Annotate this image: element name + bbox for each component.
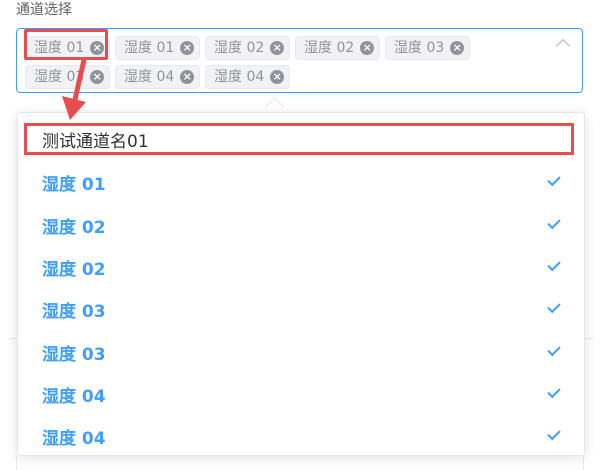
chevron-up-icon[interactable] [555,38,571,54]
tag-label: 湿度 02 [304,40,355,56]
check-icon [547,257,561,272]
field-label: 通道选择 [16,2,72,18]
dropdown-option[interactable]: 湿度 04 [18,373,584,415]
dropdown-option[interactable]: 湿度 04 [18,415,584,457]
tag-close-icon[interactable]: × [180,70,195,84]
dropdown-option[interactable]: 湿度 03 [18,331,584,373]
tag-label: 湿度 04 [124,69,175,85]
dropdown-option[interactable]: 湿度 02 [18,246,584,288]
check-icon [547,384,561,399]
check-icon [547,299,561,314]
selected-tag: 湿度 01 × [115,36,201,60]
dropdown-option[interactable]: 湿度 03 [18,288,584,330]
selected-tag: 湿度 04 × [205,65,291,89]
tag-label: 湿度 03 [394,40,445,56]
tag-close-icon[interactable]: × [270,41,285,55]
tag-close-icon[interactable]: × [360,41,375,55]
dropdown-option[interactable]: 湿度 01 [18,161,584,203]
callout-arrow-icon [62,58,87,120]
selected-tag: 湿度 02 × [205,36,291,60]
tag-close-icon[interactable]: × [450,41,465,55]
tag-label: 湿度 04 [214,69,265,85]
tag-close-icon[interactable]: × [270,70,285,84]
selected-tag: 湿度 02 × [295,36,381,60]
check-icon [547,172,561,187]
option-label: 湿度 03 [42,301,106,322]
option-label: 湿度 02 [42,259,106,280]
tag-close-icon[interactable]: × [180,41,195,55]
background-divider [584,338,594,339]
option-label: 湿度 04 [42,428,106,449]
background-divider [583,456,584,470]
check-icon [547,426,561,441]
option-label: 湿度 02 [42,217,106,238]
dropdown-option[interactable]: 湿度 02 [18,204,584,246]
option-label: 湿度 03 [42,344,106,365]
check-icon [547,342,561,357]
background-divider [16,456,17,470]
tag-label: 湿度 02 [214,40,265,56]
check-icon [547,215,561,230]
tag-highlight-box [24,29,108,60]
selected-tag: 湿度 04 × [115,65,201,89]
selected-tag: 湿度 03 × [385,36,471,60]
option-label: 湿度 01 [42,174,106,195]
option-group-title: 测试通道名01 [24,123,574,155]
tag-label: 湿度 01 [124,40,175,56]
option-label: 湿度 04 [42,386,106,407]
